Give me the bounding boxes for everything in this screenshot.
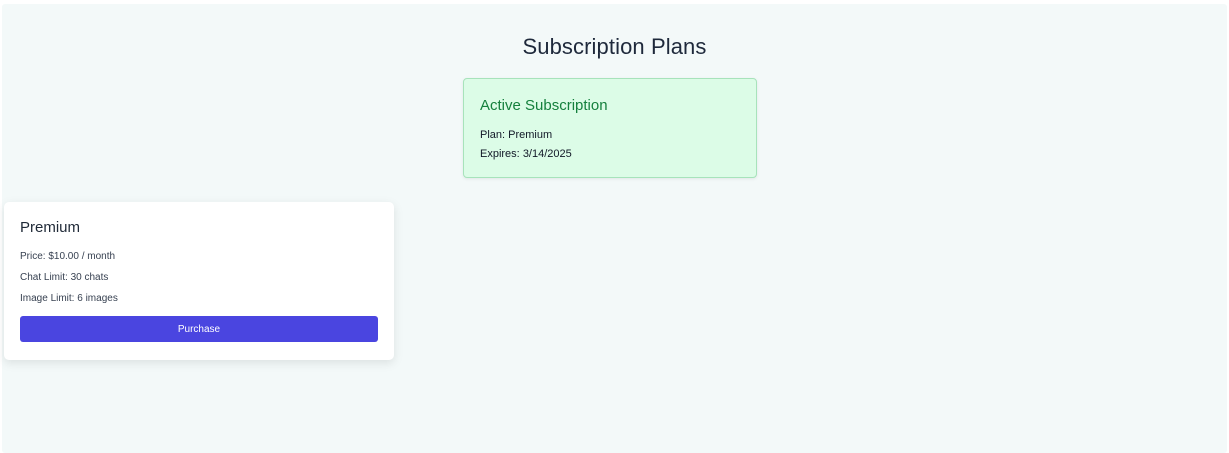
plan-card-premium: Premium Price: $10.00 / month Chat Limit… bbox=[4, 202, 394, 360]
plan-name: Premium bbox=[20, 219, 81, 236]
active-expires-line: Expires: 3/14/2025 bbox=[480, 148, 572, 160]
active-expires-label: Expires: bbox=[480, 148, 520, 160]
active-subscription-heading: Active Subscription bbox=[480, 97, 608, 114]
page-title: Subscription Plans bbox=[522, 34, 707, 59]
plan-chat-limit: Chat Limit: 30 chats bbox=[20, 272, 109, 283]
active-plan-line: Plan: Premium bbox=[480, 129, 552, 141]
active-subscription-card: Active Subscription Plan: Premium Expire… bbox=[463, 78, 757, 178]
purchase-button[interactable]: Purchase bbox=[20, 316, 378, 342]
plan-price: Price: $10.00 / month bbox=[20, 251, 116, 262]
plan-image-limit: Image Limit: 6 images bbox=[20, 293, 118, 304]
active-plan-label: Plan: bbox=[480, 129, 506, 141]
subscription-page: Subscription Plans Active Subscription P… bbox=[2, 4, 1227, 453]
active-plan-value: Premium bbox=[508, 129, 553, 141]
active-expires-value: 3/14/2025 bbox=[522, 148, 572, 160]
